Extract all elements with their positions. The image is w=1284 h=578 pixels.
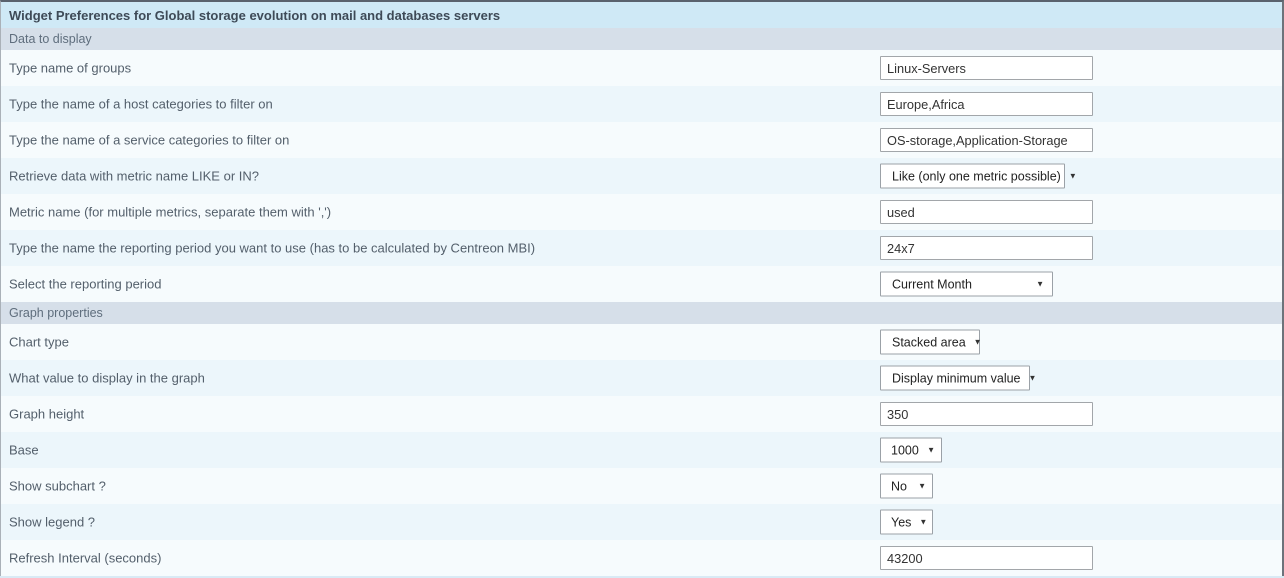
groups-input[interactable] [880, 56, 1093, 80]
form-row: Type the name the reporting period you w… [1, 230, 1282, 266]
form-row: Show legend ? Yes ▼ [1, 504, 1282, 540]
metric-name-input[interactable] [880, 200, 1093, 224]
selected-option-label: Stacked area [892, 335, 966, 349]
selected-option-label: Yes [891, 515, 911, 529]
legend-select[interactable]: Yes ▼ [880, 510, 933, 535]
metric-like-select[interactable]: Like (only one metric possible) ▼ [880, 164, 1065, 189]
dropdown-caret-icon: ▼ [974, 338, 982, 347]
field-label: Base [9, 443, 39, 458]
form-row: Type the name of a host categories to fi… [1, 86, 1282, 122]
value-display-select[interactable]: Display minimum value ▼ [880, 366, 1030, 391]
panel-title-bar: Widget Preferences for Global storage ev… [1, 2, 1282, 28]
field-label: Type the name the reporting period you w… [9, 241, 535, 256]
form-row: Select the reporting period Current Mont… [1, 266, 1282, 302]
section-title: Graph properties [9, 306, 103, 320]
form-row: What value to display in the graph Displ… [1, 360, 1282, 396]
widget-preferences-panel: Widget Preferences for Global storage ev… [0, 0, 1284, 576]
service-categories-input[interactable] [880, 128, 1093, 152]
section-header-graph-properties: Graph properties [1, 302, 1282, 324]
form-row: Base 1000 ▼ [1, 432, 1282, 468]
selected-option-label: Current Month [892, 277, 972, 291]
panel-title: Widget Preferences for Global storage ev… [9, 8, 500, 23]
selected-option-label: Display minimum value [892, 371, 1021, 385]
dropdown-caret-icon: ▼ [1036, 280, 1044, 289]
field-label: Select the reporting period [9, 277, 161, 292]
form-row: Chart type Stacked area ▼ [1, 324, 1282, 360]
refresh-interval-input[interactable] [880, 546, 1093, 570]
dropdown-caret-icon: ▼ [927, 446, 935, 455]
selected-option-label: Like (only one metric possible) [892, 169, 1061, 183]
form-row: Type name of groups [1, 50, 1282, 86]
dropdown-caret-icon: ▼ [1029, 374, 1037, 383]
selected-option-label: 1000 [891, 443, 919, 457]
section-title: Data to display [9, 32, 92, 46]
field-label: Chart type [9, 335, 69, 350]
selected-option-label: No [891, 479, 907, 493]
form-row: Type the name of a service categories to… [1, 122, 1282, 158]
host-categories-input[interactable] [880, 92, 1093, 116]
subchart-select[interactable]: No ▼ [880, 474, 933, 499]
field-label: Metric name (for multiple metrics, separ… [9, 205, 331, 220]
field-label: Show legend ? [9, 515, 95, 530]
form-row: Refresh Interval (seconds) [1, 540, 1282, 576]
field-label: Retrieve data with metric name LIKE or I… [9, 169, 259, 184]
dropdown-caret-icon: ▼ [919, 518, 927, 527]
field-label: Type the name of a host categories to fi… [9, 97, 273, 112]
form-row: Metric name (for multiple metrics, separ… [1, 194, 1282, 230]
form-row: Show subchart ? No ▼ [1, 468, 1282, 504]
field-label: Graph height [9, 407, 84, 422]
reporting-period-name-input[interactable] [880, 236, 1093, 260]
field-label: Refresh Interval (seconds) [9, 551, 161, 566]
dropdown-caret-icon: ▼ [918, 482, 926, 491]
base-select[interactable]: 1000 ▼ [880, 438, 942, 463]
form-row: Retrieve data with metric name LIKE or I… [1, 158, 1282, 194]
field-label: What value to display in the graph [9, 371, 205, 386]
form-row: Graph height [1, 396, 1282, 432]
section-header-data-to-display: Data to display [1, 28, 1282, 50]
dropdown-caret-icon: ▼ [1069, 172, 1077, 181]
chart-type-select[interactable]: Stacked area ▼ [880, 330, 980, 355]
field-label: Show subchart ? [9, 479, 106, 494]
field-label: Type name of groups [9, 61, 131, 76]
reporting-period-select[interactable]: Current Month ▼ [880, 272, 1053, 297]
graph-height-input[interactable] [880, 402, 1093, 426]
field-label: Type the name of a service categories to… [9, 133, 289, 148]
